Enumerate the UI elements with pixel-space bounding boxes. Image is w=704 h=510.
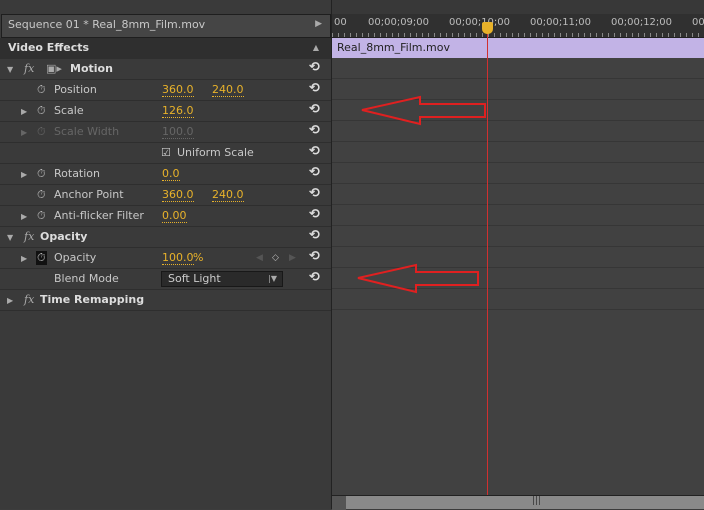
annotation-overlay bbox=[357, 95, 486, 294]
red-arrow-annotation bbox=[357, 263, 479, 294]
red-arrow-annotation bbox=[361, 95, 486, 126]
